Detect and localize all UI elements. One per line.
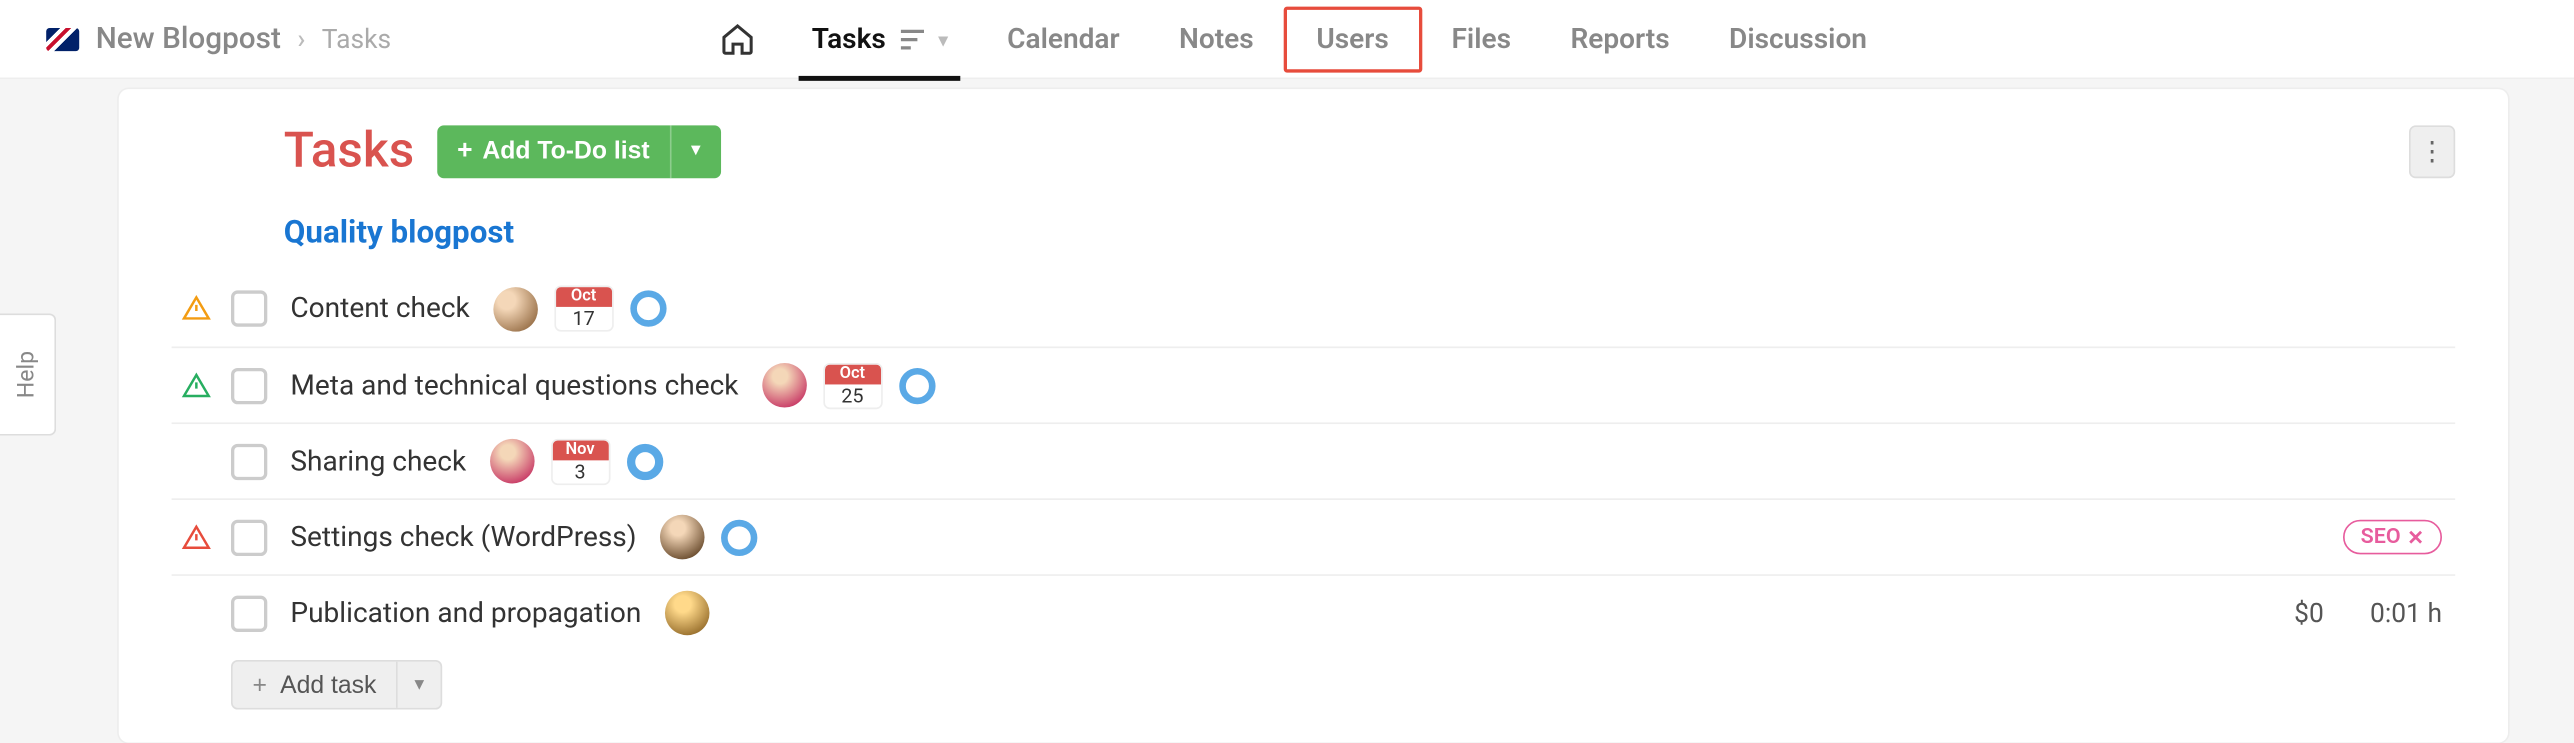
add-todo-label: Add To-Do list (482, 137, 649, 165)
status-ring-icon[interactable] (630, 290, 666, 326)
due-date[interactable]: Nov3 (550, 438, 609, 484)
due-date[interactable]: Oct25 (823, 362, 882, 408)
warning-icon (182, 294, 212, 324)
task-name[interactable]: Settings check (WordPress) (290, 521, 636, 554)
task-name[interactable]: Meta and technical questions check (290, 369, 738, 402)
task-row[interactable]: Content check Oct17 (172, 271, 2456, 347)
assignee-avatar[interactable] (489, 439, 534, 484)
row-right: $0 0:01 h (2294, 597, 2455, 628)
nav-label: Calendar (1007, 23, 1119, 56)
task-row[interactable]: Meta and technical questions check Oct25 (172, 347, 2456, 423)
nav-tasks[interactable]: Tasks ▾ (782, 0, 977, 79)
breadcrumb-project[interactable]: New Blogpost (96, 21, 281, 56)
nav-calendar[interactable]: Calendar (977, 0, 1149, 79)
task-row[interactable]: Settings check (WordPress) SEO✕ (172, 498, 2456, 574)
assignee-avatar[interactable] (664, 591, 709, 636)
nav-files[interactable]: Files (1422, 0, 1541, 79)
more-options-button[interactable]: ⋮ (2409, 125, 2455, 178)
nav-label: Tasks (812, 23, 886, 56)
flag-icon (46, 27, 79, 50)
add-todo-list-button[interactable]: + Add To-Do list ▼ (437, 125, 720, 178)
list-title[interactable]: Quality blogpost (172, 213, 2456, 251)
chevron-down-icon: ▾ (939, 29, 948, 50)
breadcrumb: New Blogpost › Tasks (46, 21, 391, 56)
nav-label: Files (1452, 23, 1512, 56)
nav-label: Users (1316, 23, 1388, 56)
task-name[interactable]: Publication and propagation (290, 596, 641, 629)
task-name[interactable]: Sharing check (290, 445, 466, 478)
status-ring-icon[interactable] (626, 443, 662, 479)
nav-users[interactable]: Users (1283, 7, 1421, 73)
nav-label: Notes (1179, 23, 1254, 56)
caret-down-icon[interactable]: ▼ (671, 142, 720, 160)
task-checkbox[interactable] (231, 595, 267, 631)
task-time: 0:01 h (2370, 597, 2442, 628)
assignee-avatar[interactable] (660, 515, 705, 560)
nav-label: Reports (1570, 23, 1669, 56)
main-nav: Tasks ▾ Calendar Notes Users Files Repor… (693, 0, 1897, 79)
task-row[interactable]: Publication and propagation $0 0:01 h (172, 574, 2456, 650)
status-ring-icon[interactable] (899, 367, 935, 403)
task-price: $0 (2294, 597, 2324, 628)
nav-discussion[interactable]: Discussion (1699, 0, 1896, 79)
main-card: Tasks + Add To-Do list ▼ ⋮ Quality blogpo… (119, 89, 2508, 742)
home-button[interactable] (693, 21, 782, 57)
help-label: Help (14, 351, 40, 398)
add-task-label: Add task (280, 671, 376, 699)
warning-icon (182, 370, 212, 400)
task-checkbox[interactable] (231, 519, 267, 555)
kebab-icon: ⋮ (2419, 134, 2445, 167)
plus-icon: + (457, 136, 472, 166)
task-row[interactable]: Sharing check Nov3 (172, 422, 2456, 498)
page-title: Tasks (284, 122, 414, 180)
caret-down-icon[interactable]: ▼ (398, 662, 441, 708)
tag-seo[interactable]: SEO✕ (2343, 520, 2442, 555)
due-date[interactable]: Oct17 (554, 285, 613, 331)
help-tab[interactable]: Help (0, 314, 56, 436)
task-list: Content check Oct17 Meta and technical que… (172, 271, 2456, 650)
row-right: SEO✕ (2343, 520, 2456, 555)
warning-icon (182, 522, 212, 552)
nav-reports[interactable]: Reports (1541, 0, 1700, 79)
assignee-avatar[interactable] (493, 286, 538, 331)
nav-label: Discussion (1729, 23, 1867, 56)
home-icon (719, 21, 755, 57)
task-checkbox[interactable] (231, 290, 267, 326)
task-checkbox[interactable] (231, 443, 267, 479)
task-name[interactable]: Content check (290, 292, 469, 325)
add-task-button[interactable]: + Add task ▼ (231, 660, 442, 710)
status-ring-icon[interactable] (721, 519, 757, 555)
sort-icon (899, 28, 925, 51)
plus-icon: + (252, 671, 266, 699)
assignee-avatar[interactable] (762, 363, 807, 408)
topbar: New Blogpost › Tasks Tasks ▾ Calendar No… (0, 0, 2574, 79)
task-checkbox[interactable] (231, 367, 267, 403)
close-icon[interactable]: ✕ (2407, 526, 2424, 549)
nav-notes[interactable]: Notes (1149, 0, 1283, 79)
breadcrumb-current: Tasks (322, 23, 391, 54)
chevron-right-icon: › (297, 23, 305, 54)
